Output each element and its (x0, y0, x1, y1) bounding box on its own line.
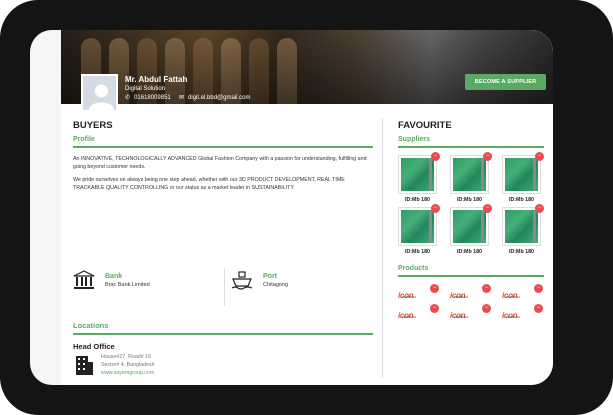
product-logo[interactable]: icon TEXTILES − (398, 304, 439, 320)
supplier-thumbnail[interactable]: − (398, 204, 440, 246)
suppliers-heading: Suppliers (398, 136, 430, 143)
port-label: Port (263, 272, 277, 280)
email-address: digit.el.bbd@gmail.com (188, 94, 251, 101)
profile-heading: Profile (73, 136, 95, 143)
supplier-grid: − ID:Mb 180− ID:Mb 180− ID:Mb 180− ID:Mb 180… (398, 152, 544, 255)
buyers-section: BUYERS Profile An INNOVATIVE, TECHNOLOGI… (73, 120, 373, 376)
divider (398, 275, 544, 277)
supplier-card[interactable]: − ID:Mb 180 (398, 152, 440, 203)
fabric-image (505, 158, 538, 191)
logo-subtitle: TEXTILES (454, 295, 469, 299)
supplier-id: ID:Mb 180 (508, 249, 535, 255)
product-logo[interactable]: icon TEXTILES − (398, 284, 439, 300)
supplier-id: ID:Mb 180 (456, 197, 483, 203)
supplier-thumbnail[interactable]: − (450, 204, 492, 246)
logo-subtitle: TEXTILES (506, 315, 521, 319)
building-icon (76, 356, 93, 375)
locations-section: Locations Head Office House#27, Road# 16… (73, 316, 373, 378)
page-content: Mr. Abdul Fattah Digital Solution ✆ 0161… (61, 30, 553, 385)
remove-favourite-icon[interactable]: − (430, 304, 439, 313)
product-logo[interactable]: icon TEXTILES − (502, 284, 543, 300)
divider (73, 146, 373, 148)
profile-company: Digital Solution (125, 86, 166, 92)
profile-phone: ✆ 01618009851 (125, 94, 171, 102)
fabric-image (453, 158, 486, 191)
screen: Mr. Abdul Fattah Digital Solution ✆ 0161… (30, 30, 553, 385)
buyers-title: BUYERS (73, 120, 113, 131)
supplier-card[interactable]: − ID:Mb 180 (502, 152, 544, 203)
supplier-thumbnail[interactable]: − (502, 204, 544, 246)
website-link[interactable]: www.sayemgroup.com (101, 370, 155, 378)
product-logo[interactable]: icon TEXTILES − (450, 304, 491, 320)
port-value: Chitagong (263, 281, 289, 288)
remove-favourite-icon[interactable]: − (483, 152, 492, 161)
mail-icon: ✉ (179, 95, 185, 101)
remove-favourite-icon[interactable]: − (535, 204, 544, 213)
logo-subtitle: TEXTILES (402, 295, 417, 299)
supplier-id: ID:Mb 180 (404, 197, 431, 203)
fabric-image (401, 158, 434, 191)
divider (398, 146, 544, 148)
favourite-title: FAVOURITE (398, 120, 452, 131)
profile-email: ✉ digit.el.bbd@gmail.com (179, 94, 251, 102)
remove-favourite-icon[interactable]: − (534, 284, 543, 293)
bank-value: Brac Bank Limited (105, 281, 150, 288)
supplier-card[interactable]: − ID:Mb 180 (450, 152, 492, 203)
divider (73, 333, 373, 335)
remove-favourite-icon[interactable]: − (482, 284, 491, 293)
supplier-card[interactable]: − ID:Mb 180 (450, 204, 492, 255)
address-line-2: Sector# 4, Bangladesh (101, 361, 155, 368)
phone-number: 01618009851 (134, 94, 171, 101)
remove-favourite-icon[interactable]: − (431, 152, 440, 161)
remove-favourite-icon[interactable]: − (483, 204, 492, 213)
become-supplier-button[interactable]: BECOME A SUPPLIER (465, 74, 546, 90)
product-logo[interactable]: icon TEXTILES − (502, 304, 543, 320)
supplier-id: ID:Mb 180 (456, 249, 483, 255)
logo-subtitle: TEXTILES (454, 315, 469, 319)
logo-subtitle: TEXTILES (402, 315, 417, 319)
supplier-thumbnail[interactable]: − (398, 152, 440, 194)
locations-heading: Locations (73, 321, 109, 330)
supplier-thumbnail[interactable]: − (502, 152, 544, 194)
phone-icon: ✆ (125, 95, 131, 101)
products-heading: Products (398, 265, 429, 272)
remove-favourite-icon[interactable]: − (535, 152, 544, 161)
office-title: Head Office (73, 342, 115, 351)
bank-info: Bank Brac Bank Limited (73, 270, 150, 290)
supplier-card[interactable]: − ID:Mb 180 (502, 204, 544, 255)
profile-name: Mr. Abdul Fattah (125, 75, 188, 84)
profile-banner: Mr. Abdul Fattah Digital Solution ✆ 0161… (61, 30, 553, 104)
bank-label: Bank (105, 272, 123, 280)
column-divider (382, 118, 383, 378)
bank-icon (73, 270, 95, 289)
port-info: Port Chitagong (231, 270, 288, 290)
profile-para-2: We pride ourselves on always being one s… (73, 177, 345, 192)
supplier-card[interactable]: − ID:Mb 180 (398, 204, 440, 255)
supplier-thumbnail[interactable]: − (450, 152, 492, 194)
avatar (81, 74, 118, 112)
user-placeholder-icon (89, 84, 114, 110)
remove-favourite-icon[interactable]: − (534, 304, 543, 313)
device-frame: Mr. Abdul Fattah Digital Solution ✆ 0161… (0, 0, 613, 415)
supplier-id: ID:Mb 180 (508, 197, 535, 203)
product-logo[interactable]: icon TEXTILES − (450, 284, 491, 300)
remove-favourite-icon[interactable]: − (430, 284, 439, 293)
address-line-1: House#27, Road# 16 (101, 354, 152, 360)
favourite-section: FAVOURITE Suppliers − ID:Mb 180− ID:Mb 180… (398, 120, 544, 320)
remove-favourite-icon[interactable]: − (431, 204, 440, 213)
supplier-id: ID:Mb 180 (404, 249, 431, 255)
product-grid: icon TEXTILES − icon TEXTILES − icon TEXTILES − i… (398, 284, 544, 320)
fabric-image (505, 210, 538, 243)
remove-favourite-icon[interactable]: − (482, 304, 491, 313)
ship-icon (231, 271, 253, 290)
fabric-image (453, 210, 486, 243)
info-separator (224, 268, 225, 306)
fabric-image (401, 210, 434, 243)
profile-para-1: An INNOVATIVE, TECHNOLOGICALLY ADVANCED … (73, 156, 367, 170)
logo-subtitle: TEXTILES (506, 295, 521, 299)
